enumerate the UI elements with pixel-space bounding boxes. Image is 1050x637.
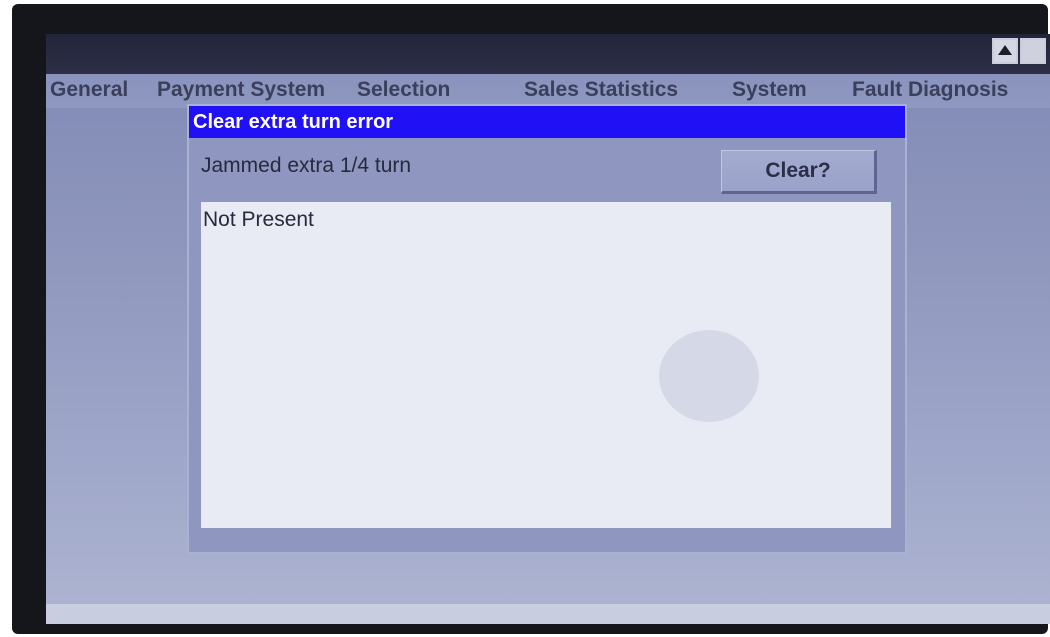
screen-glare xyxy=(659,330,759,422)
photo-frame: General Payment System Selection Sales S… xyxy=(0,0,1050,637)
touch-screen: General Payment System Selection Sales S… xyxy=(46,34,1050,624)
menu-item-general[interactable]: General xyxy=(50,78,128,102)
bottom-strip xyxy=(46,604,1050,624)
menu-item-sales-statistics[interactable]: Sales Statistics xyxy=(524,78,678,102)
scroll-up-button[interactable] xyxy=(992,38,1018,64)
menu-item-payment-system[interactable]: Payment System xyxy=(157,78,325,102)
dialog-title: Clear extra turn error xyxy=(189,106,905,138)
device-bezel: General Payment System Selection Sales S… xyxy=(12,4,1050,634)
title-bar xyxy=(46,34,1050,74)
window-square-button[interactable] xyxy=(1020,38,1046,64)
menu-item-fault-diagnosis[interactable]: Fault Diagnosis xyxy=(852,78,1008,102)
triangle-up-icon xyxy=(998,45,1012,55)
clear-error-dialog: Clear extra turn error Jammed extra 1/4 … xyxy=(187,104,907,554)
status-panel: Not Present xyxy=(201,202,891,528)
menu-item-selection[interactable]: Selection xyxy=(357,78,450,102)
menu-bar: General Payment System Selection Sales S… xyxy=(46,74,1050,108)
error-label: Jammed extra 1/4 turn xyxy=(201,154,412,177)
menu-item-system[interactable]: System xyxy=(732,78,807,102)
clear-button[interactable]: Clear? xyxy=(721,150,877,194)
status-text: Not Present xyxy=(203,208,314,231)
